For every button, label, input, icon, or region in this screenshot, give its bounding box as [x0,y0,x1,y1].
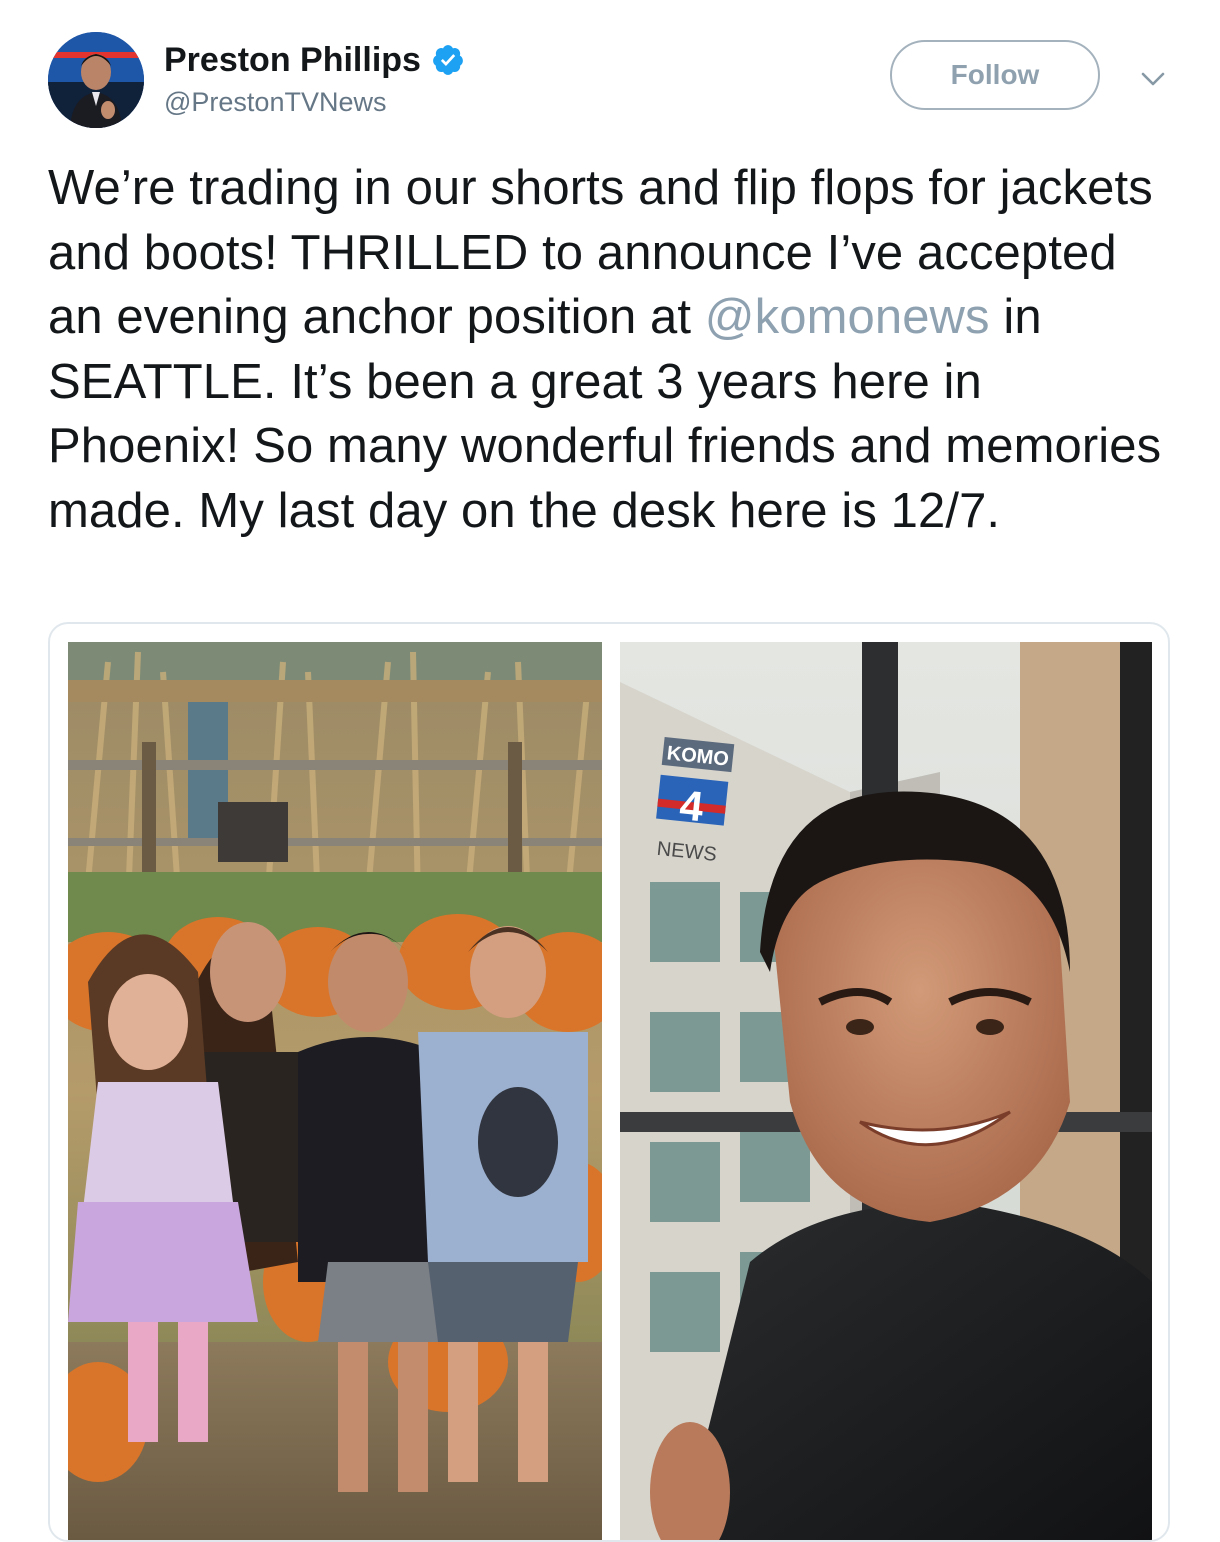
follow-button[interactable]: Follow [890,40,1100,110]
chevron-down-icon[interactable] [1138,64,1168,94]
photo-selfie-komo-building[interactable]: KOMO 4 NEWS [620,642,1152,1540]
mention-link[interactable]: @komonews [705,290,990,344]
tweet-text: We’re trading in our shorts and flip flo… [48,156,1178,543]
verified-badge-icon [431,43,465,77]
display-name[interactable]: Preston Phillips [164,40,421,80]
author-name-row[interactable]: Preston Phillips [164,40,465,80]
photo-family-pumpkin-patch[interactable] [68,642,602,1540]
author-handle[interactable]: @PrestonTVNews [164,86,386,118]
media-card[interactable]: KOMO 4 NEWS [48,622,1170,1542]
avatar[interactable] [48,32,144,128]
tweet-card: Preston Phillips @PrestonTVNews Follow W… [0,0,1220,1542]
